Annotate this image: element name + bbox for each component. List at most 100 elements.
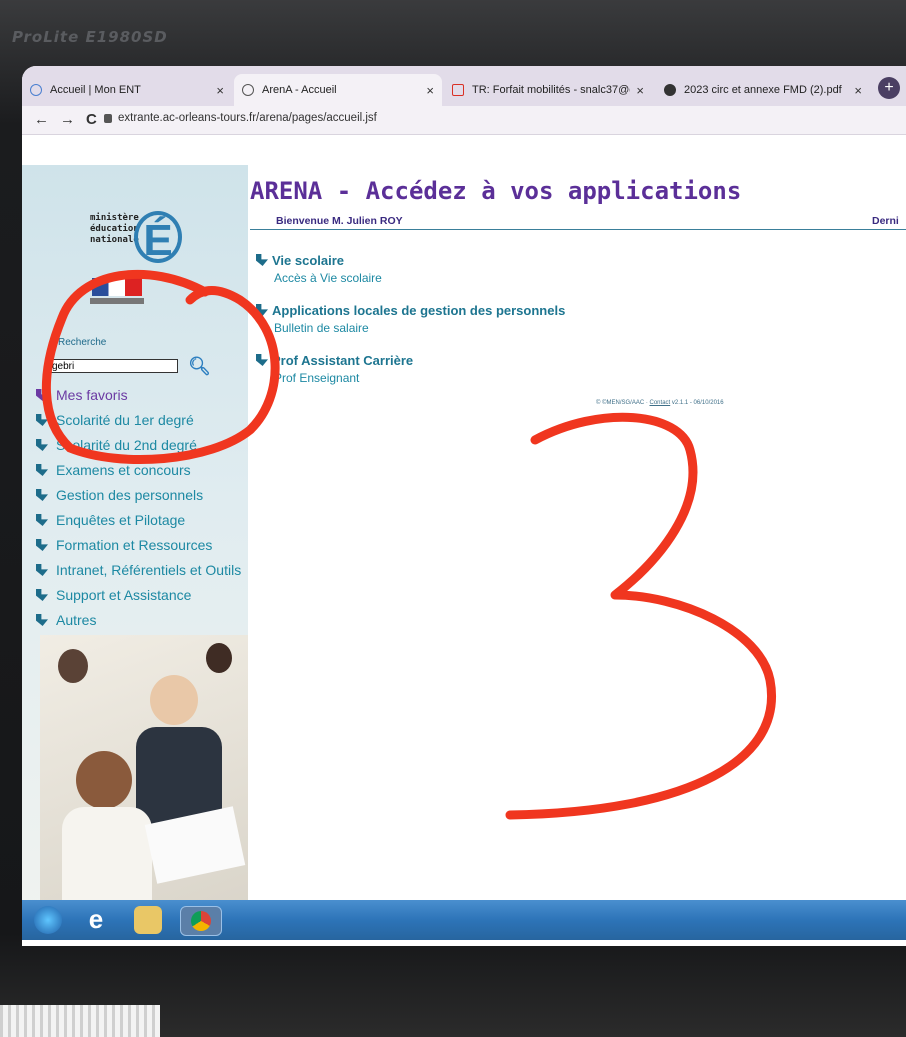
sidebar-item-label: Scolarité du 1er degré — [56, 412, 194, 428]
menu-arrow-icon — [36, 439, 48, 451]
student-figure — [206, 643, 232, 673]
menu-arrow-icon — [36, 489, 48, 501]
chrome-icon — [191, 911, 211, 931]
page-title: ARENA - Accédez à vos applications — [250, 177, 742, 205]
sidebar-item-enquetes[interactable]: Enquêtes et Pilotage — [36, 512, 246, 529]
tab-strip: Accueil | Mon ENT × ArenA - Accueil × TR… — [22, 66, 906, 106]
sidebar-item-label: Enquêtes et Pilotage — [56, 512, 186, 528]
section-title: Prof Assistant Carrière — [272, 353, 414, 368]
students-illustration — [40, 635, 248, 935]
screen: Accueil | Mon ENT × ArenA - Accueil × TR… — [22, 66, 906, 946]
sidebar-item-label: Mes favoris — [56, 387, 128, 403]
search-label: Recherche — [58, 337, 107, 348]
ministry-logo-text: ministère éducation nationale — [90, 213, 139, 246]
sidebar-item-label: Formation et Ressources — [56, 537, 213, 553]
search-icon[interactable]: 🔍︎ — [188, 356, 211, 377]
logo-line: ministère — [90, 213, 139, 223]
menu-arrow-icon — [36, 564, 48, 576]
ent-favicon-icon — [30, 84, 42, 96]
address-bar: ← → C extrante.ac-orleans-tours.fr/arena… — [22, 106, 906, 135]
sidebar-item-examens[interactable]: Examens et concours — [36, 462, 246, 479]
chrome-taskbar-icon[interactable] — [180, 906, 222, 936]
link-bulletin-salaire[interactable]: Bulletin de salaire — [274, 321, 369, 335]
arena-favicon-icon — [242, 84, 254, 96]
globe-icon — [664, 84, 676, 96]
close-tab-icon[interactable]: × — [854, 83, 862, 98]
page-content: ministère éducation nationale É Recherch… — [22, 135, 906, 935]
url-field[interactable]: extrante.ac-orleans-tours.fr/arena/pages… — [118, 112, 377, 124]
sidebar-item-formation[interactable]: Formation et Ressources — [36, 537, 246, 554]
section-title: Applications locales de gestion des pers… — [272, 303, 566, 318]
link-prof-enseignant[interactable]: Prof Enseignant — [274, 371, 359, 385]
internet-explorer-icon[interactable]: e — [82, 906, 110, 934]
ministry-logo-icon: É — [134, 211, 182, 265]
student-figure — [58, 649, 88, 683]
republique-francaise-logo — [90, 298, 144, 304]
student-figure — [150, 675, 198, 725]
sidebar-item-label: Intranet, Référentiels et Outils — [56, 562, 242, 578]
start-button-icon[interactable] — [34, 906, 62, 934]
tab-arena-accueil[interactable]: ArenA - Accueil × — [234, 74, 442, 106]
file-explorer-icon[interactable] — [134, 906, 162, 934]
sidebar-item-favoris[interactable]: Mes favoris — [36, 387, 246, 404]
welcome-text: Bienvenue M. Julien ROY — [276, 215, 403, 227]
paper-under-monitor — [0, 1005, 160, 1037]
new-tab-button[interactable]: + — [878, 77, 900, 99]
menu-arrow-icon — [36, 389, 48, 401]
sidebar-item-scolarite-1er[interactable]: Scolarité du 1er degré — [36, 412, 246, 429]
close-tab-icon[interactable]: × — [216, 83, 224, 98]
sidebar-item-intranet[interactable]: Intranet, Référentiels et Outils — [36, 562, 246, 579]
version-text: v2.1.1 - 06/10/2016 — [671, 400, 724, 406]
taskbar: e — [22, 900, 906, 940]
tab-gmail[interactable]: TR: Forfait mobilités - snalc37@g × — [444, 74, 652, 106]
last-connection-text: Derni — [872, 215, 899, 227]
section-prof-assistant[interactable]: Prof Assistant Carrière — [256, 353, 413, 368]
sidebar-item-autres[interactable]: Autres — [36, 612, 246, 629]
footer: © ©MEN/SG/AAC · Contact v2.1.1 - 06/10/2… — [596, 400, 724, 406]
sidebar-menu: Mes favoris Scolarité du 1er degré Scola… — [36, 387, 246, 637]
sidebar: ministère éducation nationale É Recherch… — [22, 165, 248, 935]
menu-arrow-icon — [36, 414, 48, 426]
menu-arrow-icon — [36, 589, 48, 601]
monitor-brand: ProLite E1980SD — [12, 28, 168, 46]
student-figure — [76, 751, 132, 809]
link-acces-vie-scolaire[interactable]: Accès à Vie scolaire — [274, 271, 382, 285]
divider — [250, 229, 906, 230]
sidebar-item-label: Examens et concours — [56, 462, 191, 478]
section-vie-scolaire[interactable]: Vie scolaire — [256, 253, 344, 268]
contact-link[interactable]: Contact — [650, 400, 671, 406]
back-arrow-icon[interactable]: ← — [34, 111, 49, 128]
sidebar-item-label: Scolarité du 2nd degré — [56, 437, 197, 453]
tab-pdf[interactable]: 2023 circ et annexe FMD (2).pdf × — [656, 74, 870, 106]
menu-arrow-icon — [36, 539, 48, 551]
tab-label: ArenA - Accueil — [262, 84, 337, 96]
tab-label: Accueil | Mon ENT — [50, 84, 141, 96]
section-title: Vie scolaire — [272, 253, 345, 268]
sidebar-item-label: Support et Assistance — [56, 587, 192, 603]
section-applications-locales[interactable]: Applications locales de gestion des pers… — [256, 303, 565, 318]
sidebar-item-gestion-personnels[interactable]: Gestion des personnels — [36, 487, 246, 504]
tab-accueil-ent[interactable]: Accueil | Mon ENT × — [22, 74, 232, 106]
section-arrow-icon — [256, 354, 268, 366]
logo-line: nationale — [90, 235, 139, 245]
marianne-flag-icon — [92, 278, 142, 296]
sidebar-item-scolarite-2nd[interactable]: Scolarité du 2nd degré — [36, 437, 246, 454]
sidebar-item-label: Gestion des personnels — [56, 487, 204, 503]
search-input[interactable] — [48, 359, 178, 373]
section-arrow-icon — [256, 254, 268, 266]
menu-arrow-icon — [36, 514, 48, 526]
close-tab-icon[interactable]: × — [636, 83, 644, 98]
gmail-icon — [452, 84, 464, 96]
forward-arrow-icon[interactable]: → — [60, 111, 75, 128]
section-arrow-icon — [256, 304, 268, 316]
lock-icon — [104, 114, 112, 123]
close-tab-icon[interactable]: × — [426, 83, 434, 98]
sidebar-item-support[interactable]: Support et Assistance — [36, 587, 246, 604]
sidebar-item-label: Autres — [56, 612, 97, 628]
logo-line: éducation — [90, 224, 139, 234]
tab-label: TR: Forfait mobilités - snalc37@g — [472, 84, 631, 96]
reload-icon[interactable]: C — [86, 111, 97, 128]
tab-label: 2023 circ et annexe FMD (2).pdf — [684, 84, 842, 96]
menu-arrow-icon — [36, 614, 48, 626]
menu-arrow-icon — [36, 464, 48, 476]
